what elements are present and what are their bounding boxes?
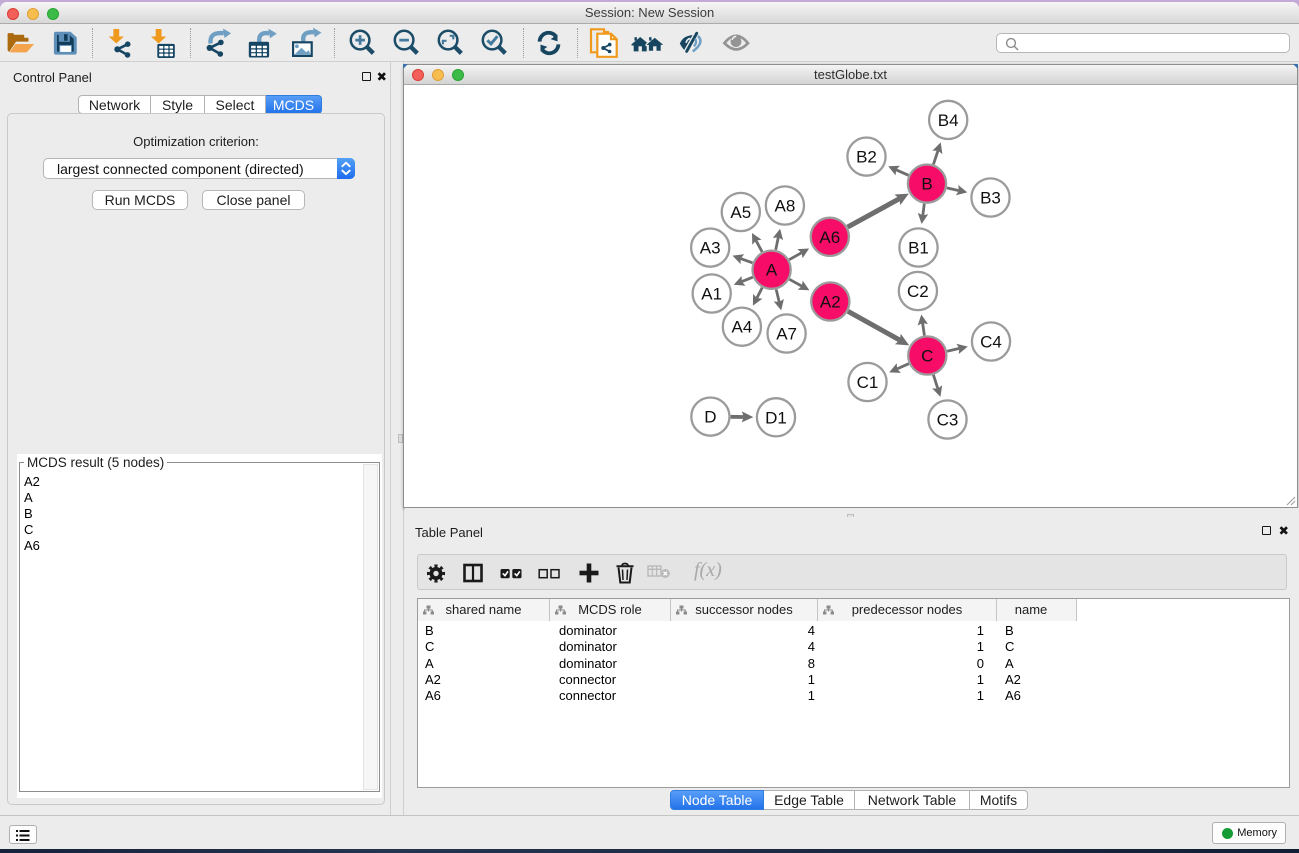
svg-text:B: B [921, 175, 932, 194]
svg-text:C1: C1 [857, 373, 879, 392]
svg-text:A2: A2 [820, 293, 841, 312]
svg-text:B4: B4 [938, 111, 959, 130]
svg-text:C2: C2 [907, 282, 929, 301]
svg-text:A8: A8 [775, 197, 796, 216]
svg-text:C4: C4 [980, 333, 1002, 352]
svg-text:B3: B3 [980, 189, 1001, 208]
svg-text:A4: A4 [732, 318, 753, 337]
svg-text:A3: A3 [700, 239, 721, 258]
svg-text:A7: A7 [776, 325, 797, 344]
svg-text:D: D [704, 408, 716, 427]
svg-text:C3: C3 [937, 411, 959, 430]
svg-text:A1: A1 [701, 285, 722, 304]
svg-text:A: A [766, 261, 778, 280]
svg-text:D1: D1 [765, 408, 787, 427]
svg-text:B1: B1 [908, 239, 929, 258]
svg-text:A5: A5 [730, 203, 751, 222]
svg-text:A6: A6 [819, 228, 840, 247]
svg-text:B2: B2 [856, 148, 877, 167]
svg-text:C: C [921, 347, 933, 366]
